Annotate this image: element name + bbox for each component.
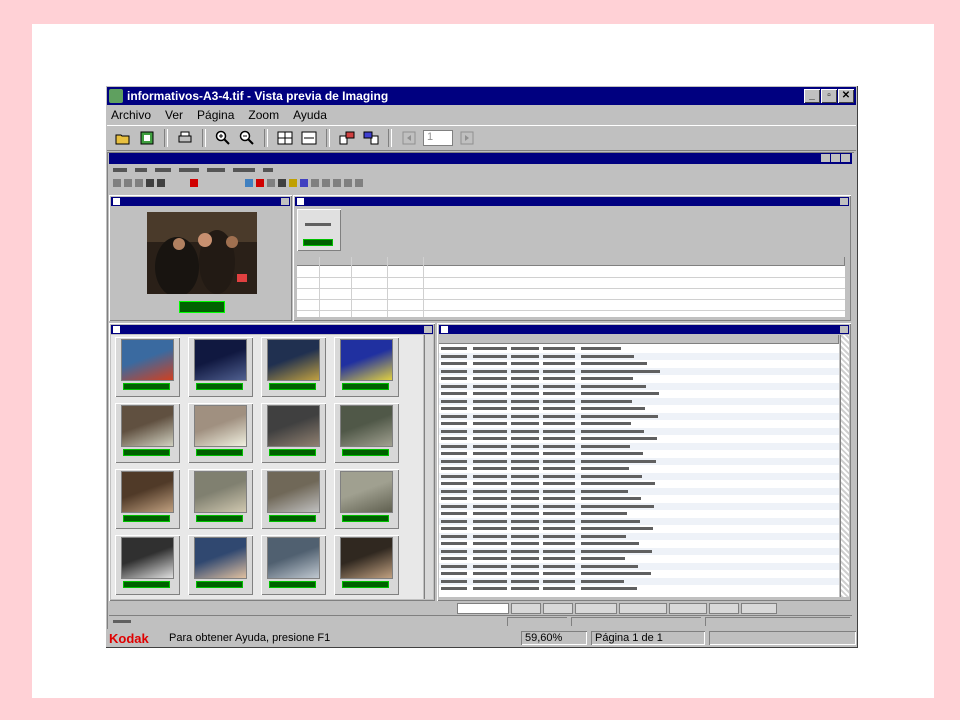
speech-row[interactable] <box>439 487 839 495</box>
speech-row[interactable] <box>439 412 839 420</box>
speech-row[interactable] <box>439 375 839 383</box>
speech-row[interactable] <box>439 472 839 480</box>
speech-pane <box>437 323 851 601</box>
speech-row[interactable] <box>439 585 839 593</box>
close-button[interactable]: ✕ <box>838 89 854 103</box>
speech-row[interactable] <box>439 540 839 548</box>
keyframe-thumbnail[interactable] <box>115 535 180 595</box>
speech-row[interactable] <box>439 360 839 368</box>
next-page-icon[interactable] <box>457 129 477 147</box>
virage-status-bar <box>109 615 852 628</box>
menu-zoom[interactable]: Zoom <box>248 108 279 122</box>
speech-row[interactable] <box>439 517 839 525</box>
kodak-logo: Kodak <box>109 630 149 646</box>
speech-row[interactable] <box>439 397 839 405</box>
minimize-button[interactable]: _ <box>804 89 820 103</box>
print-icon[interactable] <box>175 129 195 147</box>
menu-pagina[interactable]: Página <box>197 108 234 122</box>
menu-ayuda[interactable]: Ayuda <box>293 108 327 122</box>
status-bar: Kodak Para obtener Ayuda, presione F1 59… <box>107 630 856 646</box>
speech-row[interactable] <box>439 495 839 503</box>
keyframe-thumbnail[interactable] <box>334 403 399 463</box>
speech-tabs <box>437 603 854 614</box>
keyframe-thumbnail[interactable] <box>188 337 253 397</box>
previewed-image <box>107 152 854 629</box>
title-bar[interactable]: informativos-A3-4.tif - Vista previa de … <box>107 87 856 105</box>
speech-row[interactable] <box>439 555 839 563</box>
clips-pane <box>293 195 851 321</box>
open-folder-icon[interactable] <box>113 129 133 147</box>
fit-width-icon[interactable] <box>299 129 319 147</box>
menu-ver[interactable]: Ver <box>165 108 183 122</box>
page-number-field[interactable]: 1 <box>423 130 453 146</box>
status-help-text: Para obtener Ayuda, presione F1 <box>169 632 331 644</box>
speech-row[interactable] <box>439 480 839 488</box>
speech-row[interactable] <box>439 450 839 458</box>
speech-row[interactable] <box>439 502 839 510</box>
speech-row[interactable] <box>439 382 839 390</box>
speech-row[interactable] <box>439 352 839 360</box>
clip-tile[interactable] <box>297 209 341 251</box>
maximize-button[interactable]: ▫ <box>821 89 837 103</box>
keyframe-thumbnail[interactable] <box>261 337 326 397</box>
speech-row[interactable] <box>439 510 839 518</box>
speech-row[interactable] <box>439 427 839 435</box>
keyframe-thumbnail[interactable] <box>188 469 253 529</box>
rotate-right-icon[interactable] <box>361 129 381 147</box>
scan-icon[interactable] <box>137 129 157 147</box>
monitor-timecode <box>179 301 225 313</box>
speech-row[interactable] <box>439 570 839 578</box>
speech-row[interactable] <box>439 547 839 555</box>
speech-row[interactable] <box>439 435 839 443</box>
speech-row[interactable] <box>439 390 839 398</box>
speech-row[interactable] <box>439 532 839 540</box>
status-page: Página 1 de 1 <box>591 631 705 645</box>
zoom-out-icon[interactable] <box>237 129 257 147</box>
status-blank <box>709 631 856 645</box>
window-title: informativos-A3-4.tif - Vista previa de … <box>127 89 389 103</box>
keyframe-thumbnail[interactable] <box>115 337 180 397</box>
speech-row[interactable] <box>439 465 839 473</box>
keyframe-thumbnail[interactable] <box>115 403 180 463</box>
previous-page-icon[interactable] <box>399 129 419 147</box>
monitor-video-frame <box>147 212 257 294</box>
fit-page-icon[interactable] <box>275 129 295 147</box>
keyframe-thumbnail[interactable] <box>261 535 326 595</box>
imaging-preview-window: informativos-A3-4.tif - Vista previa de … <box>105 85 858 648</box>
clips-table <box>297 257 845 317</box>
keyframe-thumbnail[interactable] <box>334 337 399 397</box>
speech-row[interactable] <box>439 405 839 413</box>
zoom-in-icon[interactable] <box>213 129 233 147</box>
toolbar: 1 <box>107 125 856 151</box>
keyframe-thumbnail[interactable] <box>334 535 399 595</box>
virage-toolbar <box>109 176 852 190</box>
keyframe-thumbnail[interactable] <box>115 469 180 529</box>
keyframe-thumbnail[interactable] <box>188 535 253 595</box>
menu-bar: Archivo Ver Página Zoom Ayuda <box>107 106 856 124</box>
keyframe-thumbnail[interactable] <box>334 469 399 529</box>
status-zoom: 59,60% <box>521 631 587 645</box>
speech-row[interactable] <box>439 562 839 570</box>
virage-menu-bar <box>109 165 852 175</box>
app-icon <box>109 89 123 103</box>
speech-row[interactable] <box>439 420 839 428</box>
speech-row[interactable] <box>439 525 839 533</box>
keyframe-thumbnail[interactable] <box>261 469 326 529</box>
speech-table <box>439 335 839 597</box>
menu-archivo[interactable]: Archivo <box>111 108 151 122</box>
keyframe-thumbnail[interactable] <box>261 403 326 463</box>
keyframes-pane <box>109 323 435 601</box>
keyframe-thumbnail[interactable] <box>188 403 253 463</box>
virage-title-bar <box>109 153 852 164</box>
speech-row[interactable] <box>439 457 839 465</box>
speech-row[interactable] <box>439 577 839 585</box>
monitor-pane <box>109 195 292 321</box>
speech-row[interactable] <box>439 367 839 375</box>
speech-row[interactable] <box>439 442 839 450</box>
rotate-left-icon[interactable] <box>337 129 357 147</box>
speech-row[interactable] <box>439 345 839 353</box>
